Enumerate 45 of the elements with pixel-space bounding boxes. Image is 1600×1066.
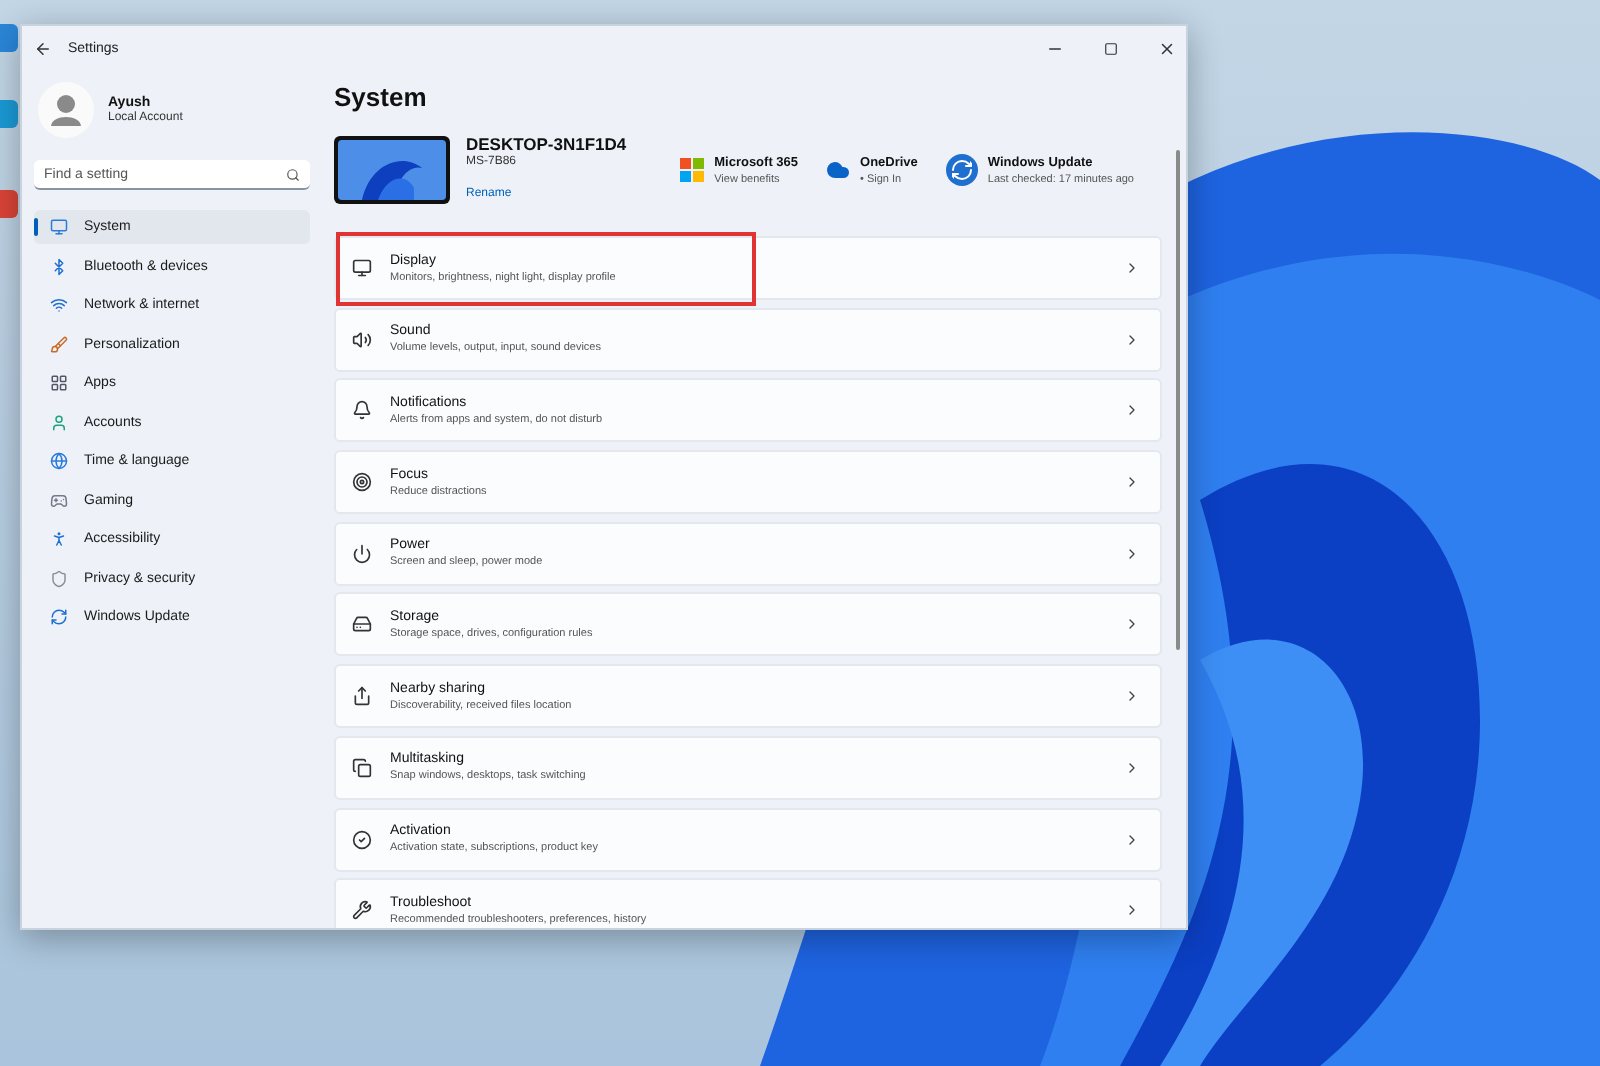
- desktop-thumbnail: [334, 136, 450, 204]
- shield-icon: [50, 569, 68, 587]
- chevron-icon: [1124, 545, 1140, 562]
- refresh-icon: [50, 608, 68, 626]
- drive-icon: [352, 614, 372, 635]
- person-icon: [50, 530, 68, 548]
- tiles-logo-icon: [680, 158, 705, 182]
- search-icon: [286, 168, 300, 182]
- globe-icon: [50, 452, 68, 470]
- chevron-icon: [1124, 474, 1140, 491]
- back-icon[interactable]: [34, 39, 52, 57]
- close-icon: [1157, 39, 1175, 57]
- chevron-icon: [1124, 402, 1140, 419]
- avatar-icon[interactable]: [38, 82, 94, 138]
- share-icon: [352, 686, 372, 707]
- check-circle-icon: [352, 829, 372, 849]
- bluetooth-icon: [50, 257, 68, 275]
- scrollbar[interactable]: [1176, 150, 1180, 650]
- power-icon: [352, 543, 372, 564]
- user-icon: [50, 413, 68, 431]
- device-name: DESKTOP-3N1F1D4: [466, 134, 629, 154]
- page-title: System: [334, 82, 429, 112]
- chevron-icon: [1124, 688, 1140, 705]
- wifi-icon: [50, 296, 68, 314]
- maximize-icon: [1103, 41, 1117, 55]
- bell-icon: [352, 400, 372, 421]
- apps-grid-icon: [50, 374, 68, 392]
- chevron-icon: [1124, 902, 1140, 919]
- chevron-icon: [1124, 260, 1140, 276]
- desktop-icon[interactable]: [0, 24, 18, 52]
- gamepad-icon: [50, 491, 68, 509]
- chevron-icon: [1124, 831, 1140, 847]
- desktop-icon[interactable]: [0, 100, 18, 128]
- speaker-icon: [352, 329, 372, 350]
- chevron-icon: [1124, 616, 1140, 633]
- target-icon: [352, 472, 372, 493]
- cloud-icon: [826, 158, 851, 182]
- chevron-icon: [1124, 331, 1140, 348]
- desktop-icon[interactable]: [0, 190, 18, 218]
- monitor-icon: [352, 258, 372, 278]
- monitor-icon: [50, 218, 68, 236]
- chevron-icon: [1124, 759, 1140, 776]
- wrench-icon: [352, 900, 372, 921]
- refresh-icon: [945, 154, 978, 186]
- brush-icon: [50, 335, 68, 353]
